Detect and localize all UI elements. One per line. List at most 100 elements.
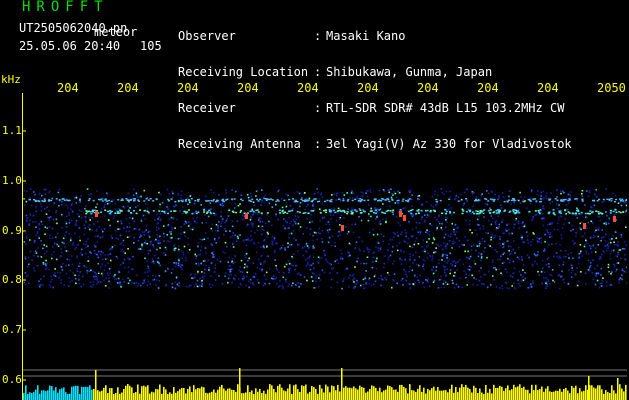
carrier-dot <box>439 199 442 202</box>
noise-dot <box>112 217 115 220</box>
noise-dot <box>470 266 473 268</box>
histogram-bar <box>179 389 181 400</box>
noise-dot <box>271 224 273 226</box>
histogram-bar <box>37 385 39 400</box>
noise-dot <box>34 240 36 242</box>
noise-dot <box>227 215 230 217</box>
noise-dot <box>174 265 177 267</box>
noise-dot <box>88 194 91 196</box>
noise-dot <box>45 259 47 262</box>
noise-dot <box>603 200 606 203</box>
carrier-dot <box>235 211 238 214</box>
noise-dot <box>521 255 523 258</box>
noise-dot <box>519 202 522 204</box>
noise-dot <box>352 231 355 234</box>
noise-dot <box>247 239 250 241</box>
histogram-bar <box>391 387 393 400</box>
noise-dot <box>548 243 550 246</box>
carrier-dot <box>85 212 88 215</box>
noise-dot <box>570 252 572 254</box>
noise-dot <box>281 206 284 209</box>
carrier-dot <box>240 198 243 200</box>
carrier-dot <box>221 198 224 201</box>
noise-dot <box>261 199 263 202</box>
noise-dot <box>540 241 543 244</box>
noise-dot <box>615 270 617 273</box>
noise-dot <box>275 241 278 244</box>
noise-dot <box>293 253 295 256</box>
noise-dot <box>298 282 300 284</box>
noise-dot <box>106 272 109 274</box>
noise-dot <box>577 262 580 265</box>
noise-dot <box>513 282 515 285</box>
noise-dot <box>155 229 158 231</box>
noise-dot <box>232 246 235 248</box>
noise-dot <box>25 219 28 221</box>
noise-dot <box>392 231 395 234</box>
noise-dot <box>404 207 406 209</box>
noise-dot <box>24 231 27 233</box>
histogram-bar <box>59 389 61 400</box>
noise-dot <box>605 233 607 236</box>
carrier-dot <box>104 209 107 211</box>
noise-dot <box>438 220 440 223</box>
noise-dot <box>609 258 612 260</box>
noise-dot <box>438 245 440 248</box>
noise-dot <box>137 240 140 242</box>
carrier-dot <box>195 212 198 215</box>
noise-dot <box>140 195 142 198</box>
noise-dot <box>230 273 232 276</box>
histogram-bar <box>121 392 123 400</box>
noise-dot <box>620 257 622 260</box>
noise-dot <box>189 227 191 230</box>
meteor-echo <box>245 213 248 219</box>
carrier-dot <box>276 199 279 201</box>
noise-dot <box>498 196 500 199</box>
noise-dot <box>400 250 403 253</box>
noise-dot <box>132 194 135 197</box>
noise-dot <box>250 217 252 219</box>
noise-dot <box>560 234 563 236</box>
noise-dot <box>473 260 476 263</box>
carrier-dot <box>100 211 102 213</box>
noise-dot <box>208 269 210 271</box>
noise-dot <box>575 285 577 287</box>
noise-dot <box>298 243 300 246</box>
noise-dot <box>177 262 180 264</box>
noise-dot <box>305 264 308 267</box>
noise-dot <box>37 247 39 249</box>
noise-dot <box>468 265 471 268</box>
noise-dot <box>487 219 490 222</box>
noise-dot <box>348 277 350 279</box>
histogram-bar <box>625 384 627 400</box>
noise-dot <box>40 256 43 258</box>
noise-dot <box>397 234 399 237</box>
carrier-dot <box>125 198 128 200</box>
noise-dot <box>151 261 153 264</box>
histogram-bar <box>97 390 99 400</box>
histogram-bar <box>571 385 573 400</box>
histogram-bar <box>331 385 333 400</box>
noise-dot <box>70 255 73 257</box>
noise-dot <box>55 236 57 239</box>
noise-dot <box>521 222 523 225</box>
noise-dot <box>589 262 592 264</box>
noise-dot <box>87 245 89 247</box>
histogram-bar <box>107 393 109 400</box>
noise-dot <box>312 267 315 270</box>
carrier-dot <box>493 198 496 201</box>
noise-dot <box>478 245 480 247</box>
noise-dot <box>249 278 252 281</box>
noise-dot <box>585 252 587 255</box>
noise-dot <box>377 241 379 244</box>
histogram-bar <box>81 386 83 400</box>
noise-dot <box>74 248 76 251</box>
histogram-bar <box>257 391 259 400</box>
noise-dot <box>159 219 161 221</box>
histogram-bar <box>459 387 461 400</box>
noise-dot <box>256 266 259 269</box>
noise-dot <box>70 219 73 222</box>
noise-dot <box>250 230 253 232</box>
noise-dot <box>25 214 28 217</box>
histogram-bar <box>115 392 117 400</box>
